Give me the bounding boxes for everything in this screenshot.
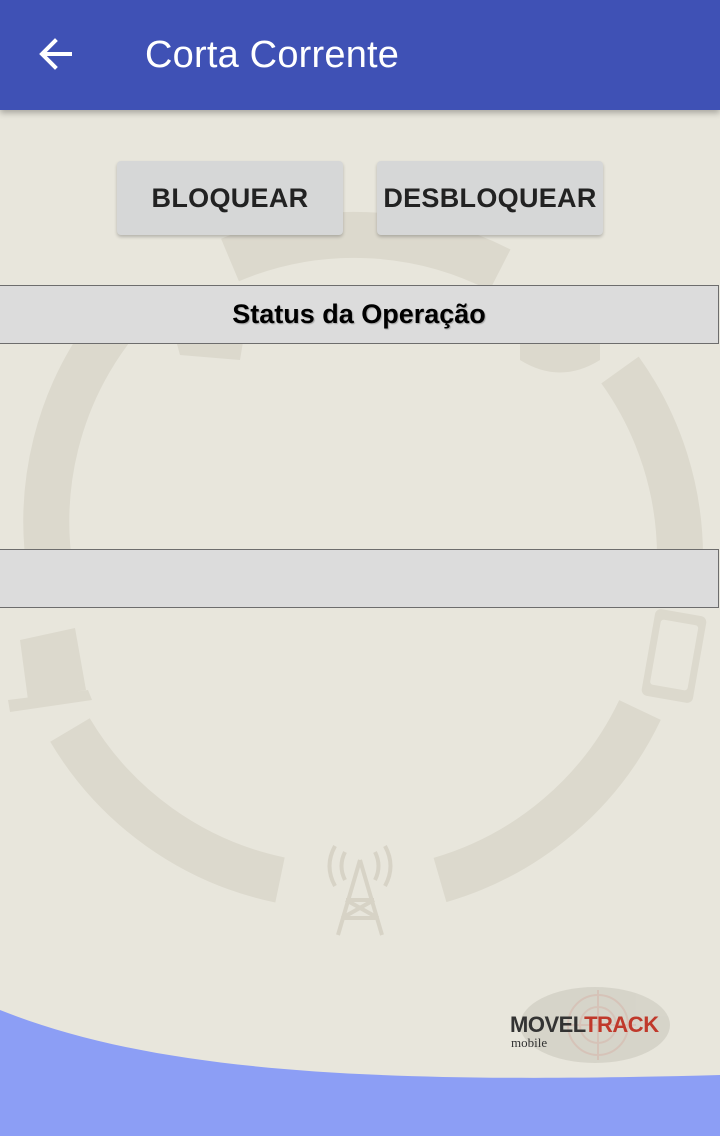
- page-title: Corta Corrente: [145, 34, 400, 76]
- logo-part2: TRACK: [584, 1012, 659, 1037]
- status-header-label: Status da Operação: [232, 299, 486, 329]
- status-value-field: [0, 549, 719, 608]
- block-button[interactable]: BLOQUEAR: [117, 161, 343, 235]
- status-header: Status da Operação: [0, 285, 719, 344]
- arrow-left-icon: [39, 38, 72, 70]
- logo-subtitle: mobile: [511, 1035, 548, 1050]
- unblock-button[interactable]: DESBLOQUEAR: [377, 161, 603, 235]
- screen: Corta Corrente BLOQUEAR DESBLOQUEAR Stat…: [0, 0, 720, 1136]
- moveltrack-logo: MOVELTRACK mobile: [505, 990, 695, 1065]
- back-button[interactable]: [24, 26, 88, 82]
- app-bar: Corta Corrente: [0, 0, 720, 110]
- logo-part1: MOVEL: [510, 1012, 585, 1037]
